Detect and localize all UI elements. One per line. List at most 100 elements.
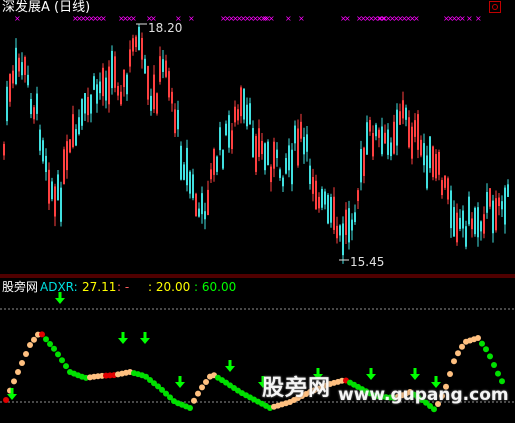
candle-body	[492, 200, 494, 234]
signal-marker: ×	[344, 14, 351, 23]
candle-body	[69, 139, 71, 153]
signal-arrow	[118, 338, 128, 344]
candle-body	[240, 87, 242, 117]
candle-body	[300, 121, 302, 139]
candle-body	[195, 193, 197, 217]
adxr-dot	[15, 369, 21, 375]
candle-body	[315, 180, 317, 210]
candle-body	[132, 38, 134, 52]
signal-marker: ×	[285, 14, 292, 23]
candle-body	[120, 91, 122, 105]
candle-body	[252, 128, 254, 158]
signal-arrow	[369, 368, 373, 374]
candle-body	[105, 77, 107, 101]
adxr-dot	[491, 362, 497, 368]
candle-body	[486, 192, 488, 213]
candle-body	[342, 223, 344, 256]
candle-body	[309, 165, 311, 184]
candle-body	[426, 155, 428, 189]
candle-body	[75, 129, 77, 146]
candle-body	[87, 96, 89, 116]
candle-body	[51, 181, 53, 200]
candle-body	[15, 47, 17, 84]
candle-body	[297, 128, 299, 166]
adxr-dot	[55, 351, 61, 358]
candle-body	[369, 119, 371, 132]
candle-body	[456, 212, 458, 243]
adxr-dot	[63, 363, 69, 370]
signal-marker: ×	[14, 14, 21, 23]
candle-body	[471, 218, 473, 230]
candle-body	[162, 59, 164, 72]
candle-body	[135, 36, 137, 48]
candle-body	[417, 114, 419, 150]
candle-body	[9, 74, 11, 102]
candle-body	[318, 196, 320, 209]
candle-body	[249, 103, 251, 125]
signal-marker: ×	[298, 14, 305, 23]
candle-body	[192, 174, 194, 199]
candle-body	[153, 74, 155, 110]
candle-body	[33, 107, 35, 120]
candle-body	[438, 151, 440, 175]
candle-body	[465, 226, 467, 247]
candle-body	[414, 120, 416, 137]
candle-body	[96, 84, 98, 104]
adxr-dot	[195, 390, 201, 397]
signal-arrow	[316, 368, 320, 374]
candle-body	[207, 189, 209, 216]
candle-body	[495, 198, 497, 231]
candle-body	[276, 149, 278, 159]
candle-body	[321, 188, 323, 208]
candle-body	[93, 76, 95, 90]
candle-body	[375, 124, 377, 137]
candle-body	[216, 156, 218, 172]
candle-body	[255, 136, 257, 172]
indicator-name: ADXR:	[40, 280, 78, 294]
candle-body	[339, 225, 341, 236]
candle-body	[225, 123, 227, 136]
candle-body	[348, 208, 350, 243]
candle-body	[432, 146, 434, 178]
candle-body	[477, 207, 479, 238]
adxr-dot	[43, 336, 49, 343]
candle-body	[204, 211, 206, 220]
candle-body	[405, 107, 407, 120]
candle-body	[84, 93, 86, 114]
candle-body	[165, 60, 167, 77]
candle-body	[126, 74, 128, 95]
candle-body	[6, 86, 8, 122]
candle-body	[231, 130, 233, 150]
candle-body	[237, 109, 239, 121]
chart-stage: × ×××××××× ×××× ×× × × ×××××××××××××× × × ×× ×××××…	[0, 14, 515, 413]
signal-arrow	[140, 338, 150, 344]
candle-body	[354, 212, 356, 223]
candle-body	[291, 149, 293, 185]
candle-body	[222, 150, 224, 169]
candle-body	[168, 71, 170, 98]
candle-body	[390, 142, 392, 157]
indicator-source-label: 股旁网	[2, 280, 39, 294]
signal-marker: ×	[262, 14, 269, 23]
indicator-level-high: : 60.00	[194, 280, 237, 294]
candle-body	[474, 207, 476, 235]
candle-body	[183, 164, 185, 180]
candle-body	[270, 166, 272, 183]
candle-body	[408, 117, 410, 148]
candle-body	[66, 141, 68, 171]
candle-body	[507, 184, 509, 197]
candle-body	[36, 93, 38, 114]
gear-icon[interactable]	[489, 1, 501, 13]
chart-title: 深发展A (日线)	[2, 0, 91, 15]
candle-body	[285, 158, 287, 174]
adxr-dot	[3, 397, 9, 403]
price-chart-panel[interactable]: × ×××××××× ×××× ×× × × ×××××××××××××× × × ×× ×××××…	[3, 14, 509, 264]
signal-arrow	[121, 332, 125, 338]
candle-body	[102, 67, 104, 97]
adxr-dot	[23, 351, 29, 357]
candle-body	[273, 141, 275, 169]
candle-body	[63, 149, 65, 185]
candle-body	[435, 154, 437, 179]
candle-body	[123, 69, 125, 88]
adxr-dot	[199, 384, 205, 391]
